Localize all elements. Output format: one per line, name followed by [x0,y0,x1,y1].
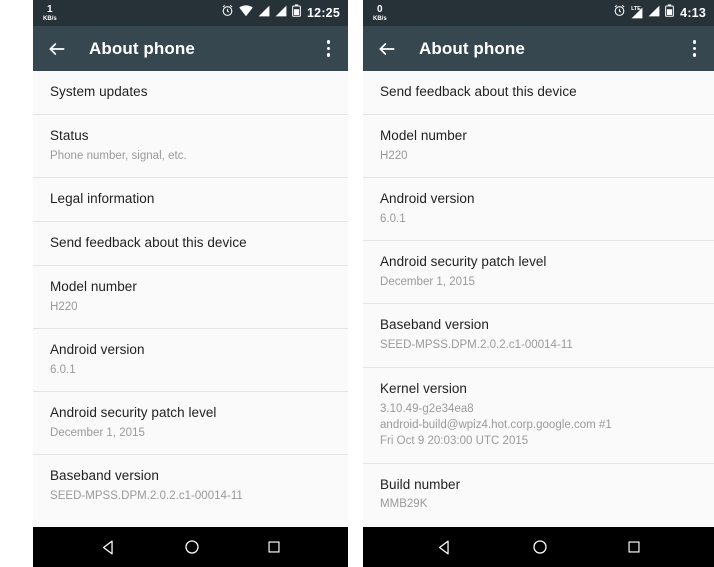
list-item[interactable]: System updates [33,71,348,115]
list-item[interactable]: Android security patch level December 1, … [33,392,348,456]
navigation-bar [363,527,714,567]
back-arrow-icon[interactable] [377,39,397,59]
signal-icon [258,4,270,22]
list-item[interactable]: Android version 6.0.1 [363,178,714,242]
list-item[interactable]: Android version 6.0.1 [33,329,348,393]
status-bar-clock: 4:13 [680,6,706,20]
list-item-subtitle: 6.0.1 [380,212,406,225]
wifi-icon [239,4,253,22]
status-bar-icons [221,4,301,22]
list-item-title: System updates [50,84,148,99]
list-item[interactable]: Android security patch level December 1, … [363,241,714,305]
list-item-title: Model number [50,278,137,294]
phone-screen: 0 KB/s LTE 4:13 About phone Send feedback abo… [363,0,714,567]
back-arrow-icon[interactable] [47,39,67,59]
list-item-subtitle: Phone number, signal, etc. [50,149,187,162]
list-item[interactable]: Send feedback about this device [363,71,714,115]
phone-screen: 1 KB/s 12:25 About phone System updates Statu… [33,0,348,567]
network-speed-unit: KB/s [373,15,387,22]
list-item-title: Send feedback about this device [50,234,247,250]
list-item[interactable]: Legal information [33,178,348,222]
list-item-subtitle: android-build@wpiz4.hot.corp.google.com … [380,418,612,431]
overflow-menu-icon[interactable] [321,36,337,61]
list-item-subtitle: Fri Oct 9 20:03:00 UTC 2015 [380,435,529,448]
nav-home-icon[interactable] [532,539,548,555]
network-speed-value: 1 [46,3,53,15]
list-item[interactable]: Send feedback about this device [33,221,348,266]
navigation-bar [33,527,348,567]
signal-icon [275,4,287,22]
list-item-title: Legal information [50,191,155,207]
list-item-subtitle: SEED-MPSS.DPM.2.0.2.c1-00014-11 [380,339,573,352]
battery-icon [292,4,301,22]
nav-back-icon[interactable] [436,539,453,556]
network-speed-unit: KB/s [43,15,57,22]
list-item[interactable]: Baseband version SEED-MPSS.DPM.2.0.2.c1-0… [363,304,714,368]
list-item-title: Baseband version [380,317,489,333]
about-phone-list[interactable]: System updates Status Phone number, signal… [33,71,348,527]
list-item-subtitle: SEED-MPSS.DPM.2.0.2.c1-00014-11 [50,490,243,503]
list-item-subtitle: December 1, 2015 [380,276,475,289]
list-item-subtitle: 3.10.49-g2e34ea8 [380,402,474,415]
app-toolbar: About phone [363,26,714,71]
list-item-subtitle: 6.0.1 [50,363,76,376]
list-item-subtitle: H220 [380,149,408,162]
alarm-icon [613,4,626,22]
list-item-title: Android security patch level [380,254,547,270]
nav-home-icon[interactable] [184,539,200,555]
status-bar-icons: LTE [613,4,675,22]
list-item-title: Android security patch level [50,405,217,421]
status-bar-clock: 12:25 [307,6,340,20]
lte-signal-icon: LTE [631,6,643,19]
network-speed-indicator: 1 KB/s [43,3,57,22]
screenshot-comparison: 1 KB/s 12:25 About phone System updates Statu… [0,0,714,567]
list-item-title: Build number [380,476,461,492]
list-item[interactable]: Model number H220 [363,114,714,179]
list-item[interactable]: Model number H220 [33,265,348,330]
list-item-subtitle: MMB29K [380,498,428,511]
page-title: About phone [89,38,195,58]
list-item-title: Model number [380,127,467,143]
list-item-title: Baseband version [50,468,159,484]
list-item-title: Status [50,127,89,143]
phone-screenshot-right: 0 KB/s LTE 4:13 About phone Send feedback abo… [348,0,714,567]
list-item-title: Android version [380,191,475,207]
nav-recents-icon[interactable] [627,540,641,554]
list-item-title: Send feedback about this device [380,84,577,99]
page-title: About phone [419,38,525,58]
nav-back-icon[interactable] [100,539,117,556]
about-phone-list[interactable]: Send feedback about this device Model num… [363,71,714,527]
list-item-subtitle: December 1, 2015 [50,427,145,440]
nav-recents-icon[interactable] [267,540,281,554]
signal-icon [648,4,660,22]
battery-icon [665,4,675,22]
network-speed-indicator: 0 KB/s [373,3,387,22]
list-item-title: Android version [50,342,145,358]
list-item-title: Kernel version [380,380,467,396]
list-item-subtitle: H220 [50,300,78,313]
alarm-icon [221,4,234,22]
network-speed-value: 0 [376,3,383,15]
list-item[interactable]: Status Phone number, signal, etc. [33,114,348,179]
overflow-menu-icon[interactable] [687,36,703,61]
list-item[interactable]: Kernel version 3.10.49-g2e34ea8 android-bu… [363,367,714,464]
phone-screenshot-left: 1 KB/s 12:25 About phone System updates Statu… [0,0,348,567]
status-bar: 0 KB/s LTE 4:13 [363,0,714,26]
app-toolbar: About phone [33,26,348,71]
list-item[interactable]: Baseband version SEED-MPSS.DPM.2.0.2.c1-0… [33,455,348,518]
list-item[interactable]: Build number MMB29K [363,463,714,526]
status-bar: 1 KB/s 12:25 [33,0,348,26]
